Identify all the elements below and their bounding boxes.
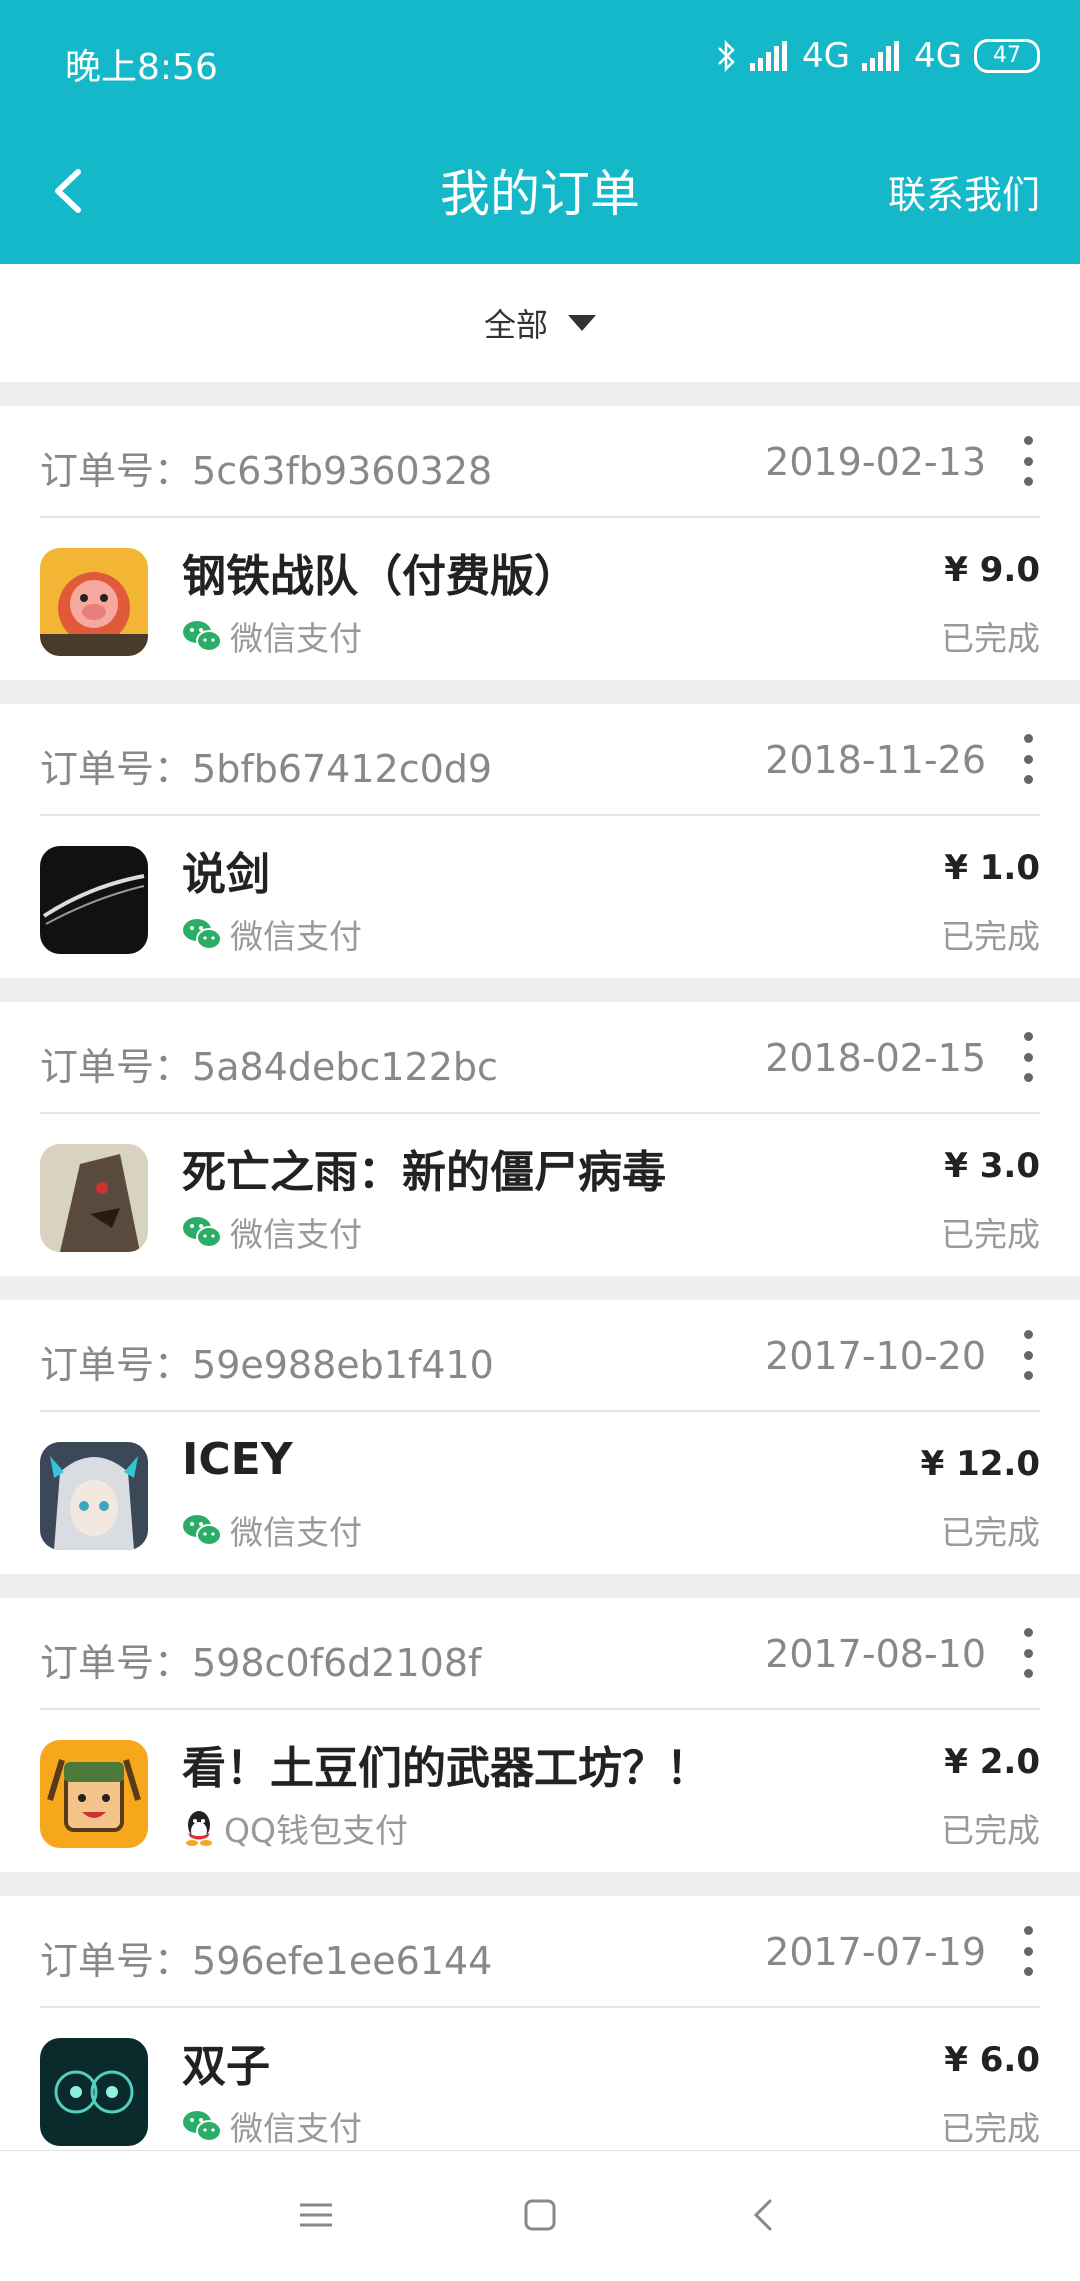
- menu-icon[interactable]: [292, 2191, 340, 2239]
- order-price: ¥ 12.0: [920, 1444, 1040, 1484]
- payment-method: QQ钱包支付: [182, 1804, 408, 1852]
- order-number: 订单号：59e988eb1f410: [40, 1343, 494, 1387]
- order-price: ¥ 2.0: [944, 1742, 1040, 1782]
- more-options-icon[interactable]: [1016, 1330, 1040, 1380]
- wechat-icon: [183, 919, 222, 950]
- wechat-icon: [183, 621, 222, 652]
- network-type-1: 4G: [802, 36, 851, 76]
- order-header: 订单号：59e988eb1f410 2017-10-20: [40, 1300, 1040, 1412]
- order-header: 订单号：596efe1ee6144 2017-07-19: [40, 1896, 1040, 2008]
- order-date: 2017-10-20: [765, 1334, 986, 1378]
- order-date: 2019-02-13: [765, 440, 986, 484]
- payment-method: 微信支付: [182, 1506, 362, 1554]
- payment-method: 微信支付: [182, 2102, 362, 2150]
- app-bar: 我的订单 联系我们: [0, 118, 1080, 264]
- more-options-icon[interactable]: [1016, 1926, 1040, 1976]
- order-header: 订单号：5bfb67412c0d9 2018-11-26: [40, 704, 1040, 816]
- bluetooth-icon: [718, 39, 735, 73]
- order-status: 已完成: [941, 1811, 1040, 1850]
- order-number: 订单号：598c0f6d2108f: [40, 1641, 482, 1685]
- order-date: 2017-07-19: [765, 1930, 986, 1974]
- signal-icon: [750, 41, 788, 71]
- order-status: 已完成: [941, 1215, 1040, 1254]
- order-number: 订单号：596efe1ee6144: [40, 1939, 493, 1983]
- order-number: 订单号：5c63fb9360328: [40, 449, 493, 493]
- signal-icon: [862, 41, 900, 71]
- app-name: 钢铁战队（付费版）: [182, 551, 578, 602]
- more-options-icon[interactable]: [1016, 1032, 1040, 1082]
- dropdown-triangle-icon: [568, 315, 596, 331]
- order-status: 已完成: [941, 619, 1040, 658]
- order-price: ¥ 1.0: [944, 848, 1040, 888]
- app-name: 看！土豆们的武器工坊？！: [182, 1743, 710, 1794]
- order-price: ¥ 3.0: [944, 1146, 1040, 1186]
- status-time: 晚上8:56: [65, 47, 218, 88]
- qq-icon: [186, 1811, 212, 1846]
- app-name: 双子: [182, 2041, 270, 2092]
- app-icon-shuojian[interactable]: [40, 846, 148, 954]
- order-number: 订单号：5bfb67412c0d9: [40, 747, 493, 791]
- order-status: 已完成: [941, 1513, 1040, 1552]
- app-icon-potato-workshop[interactable]: [40, 1740, 148, 1848]
- payment-method: 微信支付: [182, 1208, 362, 1256]
- order-date: 2018-02-15: [765, 1036, 986, 1080]
- order-header: 订单号：5c63fb9360328 2019-02-13: [40, 406, 1040, 518]
- order-price: ¥ 6.0: [944, 2040, 1040, 2080]
- back-nav-icon[interactable]: [740, 2191, 788, 2239]
- order-status: 已完成: [941, 2109, 1040, 2148]
- order-list: 订单号：5c63fb9360328 2019-02-13 钢铁战队（付费版） 微…: [0, 406, 1080, 2194]
- order-date: 2018-11-26: [765, 738, 986, 782]
- order-card[interactable]: 订单号：59e988eb1f410 2017-10-20 ICEY 微信支付 ¥…: [0, 1300, 1080, 1574]
- system-nav-bar: [0, 2150, 1080, 2281]
- battery-icon: 47: [974, 39, 1040, 73]
- app-icon-dead-rain[interactable]: [40, 1144, 148, 1252]
- app-icon-twins[interactable]: [40, 2038, 148, 2146]
- status-icons: 4G 4G 47: [716, 36, 1040, 76]
- app-name: ICEY: [182, 1434, 293, 1485]
- filter-dropdown[interactable]: 全部: [0, 264, 1080, 382]
- order-header: 订单号：598c0f6d2108f 2017-08-10: [40, 1598, 1040, 1710]
- app-icon-steel-team[interactable]: [40, 548, 148, 656]
- order-card[interactable]: 订单号：5bfb67412c0d9 2018-11-26 说剑 微信支付 ¥ 1…: [0, 704, 1080, 978]
- wechat-icon: [183, 1515, 222, 1546]
- app-icon-icey[interactable]: [40, 1442, 148, 1550]
- order-card[interactable]: 订单号：596efe1ee6144 2017-07-19 双子 微信支付 ¥ 6…: [0, 1896, 1080, 2170]
- more-options-icon[interactable]: [1016, 436, 1040, 486]
- order-card[interactable]: 订单号：5a84debc122bc 2018-02-15 死亡之雨：新的僵尸病毒…: [0, 1002, 1080, 1276]
- payment-method: 微信支付: [182, 910, 362, 958]
- order-card[interactable]: 订单号：5c63fb9360328 2019-02-13 钢铁战队（付费版） 微…: [0, 406, 1080, 680]
- filter-label: 全部: [483, 306, 548, 344]
- order-status: 已完成: [941, 917, 1040, 956]
- order-number: 订单号：5a84debc122bc: [40, 1045, 498, 1089]
- wechat-icon: [183, 2111, 222, 2142]
- app-name: 说剑: [182, 849, 270, 900]
- payment-method: 微信支付: [182, 612, 362, 660]
- more-options-icon[interactable]: [1016, 1628, 1040, 1678]
- status-bar: 晚上8:56 4G 4G 47: [0, 0, 1080, 118]
- order-card[interactable]: 订单号：598c0f6d2108f 2017-08-10 看！土豆们的武器工坊？…: [0, 1598, 1080, 1872]
- app-name: 死亡之雨：新的僵尸病毒: [182, 1147, 666, 1198]
- network-type-2: 4G: [914, 36, 962, 76]
- wechat-icon: [183, 1217, 222, 1248]
- more-options-icon[interactable]: [1016, 734, 1040, 784]
- order-date: 2017-08-10: [765, 1632, 986, 1676]
- home-icon[interactable]: [516, 2191, 564, 2239]
- order-header: 订单号：5a84debc122bc 2018-02-15: [40, 1002, 1040, 1114]
- order-price: ¥ 9.0: [944, 550, 1040, 590]
- contact-us-button[interactable]: 联系我们: [888, 164, 1040, 219]
